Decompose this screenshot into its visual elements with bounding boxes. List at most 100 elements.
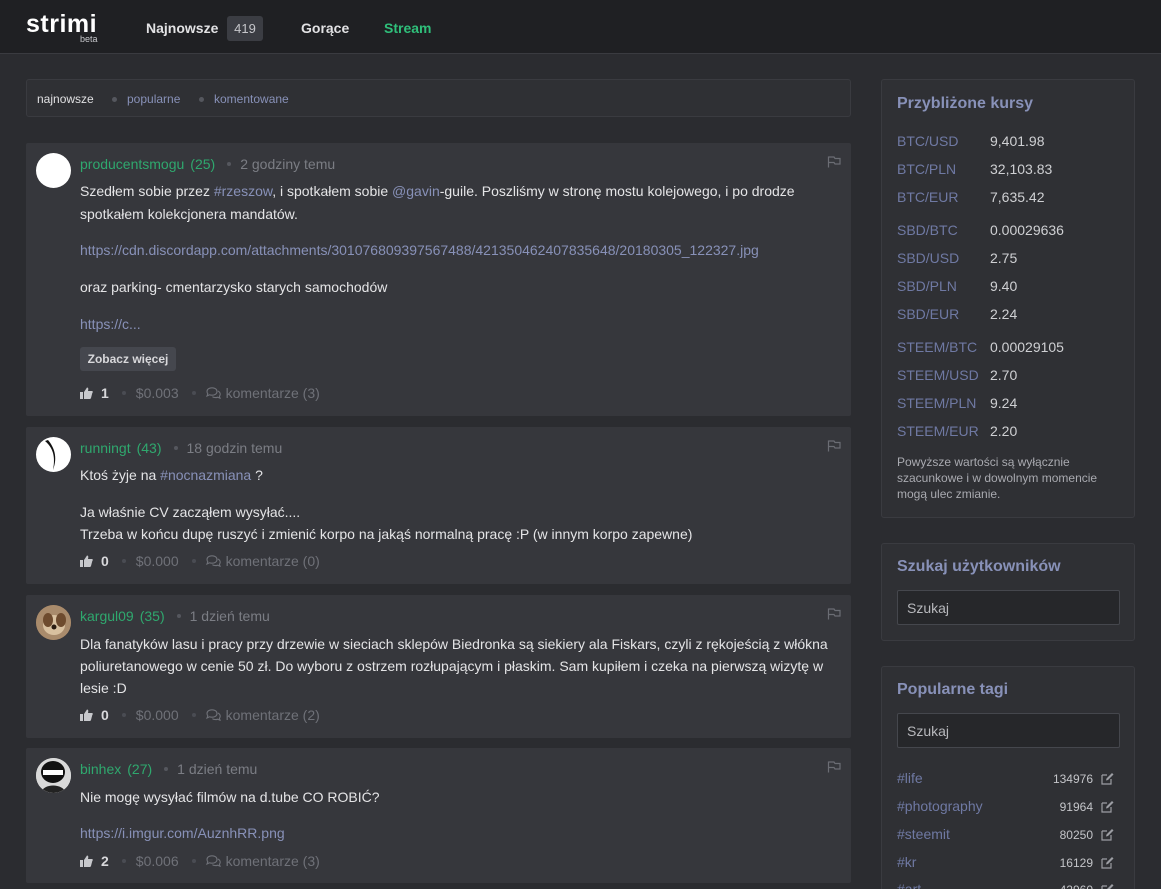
comments-icon[interactable] (205, 555, 221, 567)
edit-icon[interactable] (1101, 828, 1114, 841)
rate-pair: SBD/USD (897, 250, 960, 266)
rate-value: 0.00029636 (990, 222, 1064, 238)
user-search-panel: Szukaj użytkowników (881, 543, 1135, 641)
panel-title: Popularne tagi (897, 681, 1009, 698)
avatar[interactable] (36, 153, 71, 188)
payout-value: $0.003 (135, 385, 179, 401)
comments-link[interactable]: komentarze (0) (226, 553, 320, 569)
rate-value: 9,401.98 (990, 133, 1045, 149)
tag-link[interactable]: #steemit (897, 826, 950, 842)
post-link[interactable]: https://cdn.discordapp.com/attachments/3… (80, 239, 759, 261)
sort-popular[interactable]: popularne (127, 92, 180, 106)
post-link[interactable]: https://c... (80, 313, 141, 335)
hashtag-link[interactable]: #rzeszow (214, 183, 272, 199)
comments-icon[interactable] (205, 387, 221, 399)
tag-count: 134976 (1052, 772, 1093, 786)
rate-pair: STEEM/EUR (897, 423, 979, 439)
post-text-line: Szedłem sobie przez #rzeszow, i spotkałe… (80, 183, 795, 199)
tag-count: 80250 (1059, 828, 1093, 842)
rate-value: 9.24 (990, 395, 1018, 411)
edit-icon[interactable] (1101, 883, 1114, 889)
sort-newest[interactable]: najnowsze (37, 92, 94, 106)
avatar[interactable] (36, 605, 71, 640)
thumbs-up-icon[interactable] (80, 387, 93, 399)
rate-value: 2.24 (990, 306, 1018, 322)
thumbs-up-icon[interactable] (80, 555, 93, 567)
author-link[interactable]: kargul09 (80, 608, 134, 624)
post-link[interactable]: https://i.imgur.com/AuznhRR.png (80, 822, 285, 844)
user-search-input[interactable] (897, 590, 1120, 625)
vote-count: 0 (101, 707, 109, 723)
rate-pair: BTC/USD (897, 133, 959, 149)
post-text-line: spotkałem kolekcjonera mandatów. (80, 206, 298, 222)
post-card: runningt (43) 18 godzin temu Ktoś żyje na … (26, 427, 851, 584)
author-link[interactable]: producentsmogu (80, 156, 184, 172)
post-text-line: Dla fanatyków lasu i pracy przy drzewie … (80, 636, 828, 652)
tag-link[interactable]: #photography (897, 798, 983, 814)
flag-icon[interactable] (827, 761, 841, 773)
vote-count: 2 (101, 853, 109, 869)
post-header: producentsmogu (25) 2 godziny temu (80, 156, 335, 172)
tag-link[interactable]: #kr (897, 854, 916, 870)
top-navbar: strimi beta Najnowsze 419 Gorące Stream (0, 0, 1161, 54)
post-text-line: Nie mogę wysyłać filmów na d.tube CO ROB… (80, 789, 380, 805)
rates-disclaimer: Powyższe wartości są wyłącznie szacunkow… (897, 455, 1098, 501)
avatar[interactable] (36, 758, 71, 793)
comments-link[interactable]: komentarze (2) (226, 707, 320, 723)
sort-commented[interactable]: komentowane (214, 92, 289, 106)
show-more-button[interactable]: Zobacz więcej (80, 347, 176, 371)
tag-link[interactable]: #art (897, 881, 921, 889)
rate-value: 7,635.42 (990, 189, 1045, 205)
author-score: (27) (127, 761, 153, 777)
rate-pair: SBD/EUR (897, 306, 960, 322)
rate-pair: SBD/PLN (897, 278, 957, 294)
separator-dot (176, 614, 181, 618)
avatar[interactable] (36, 437, 71, 472)
comments-icon[interactable] (205, 855, 221, 867)
nav-hot[interactable]: Gorące (301, 20, 349, 36)
comments-icon[interactable] (205, 709, 221, 721)
edit-icon[interactable] (1101, 772, 1114, 785)
vote-count: 0 (101, 553, 109, 569)
tag-count: 16129 (1059, 856, 1093, 870)
comments-link[interactable]: komentarze (3) (226, 385, 320, 401)
author-score: (25) (190, 156, 216, 172)
post-card: kargul09 (35) 1 dzień temu Dla fanatyków l… (26, 595, 851, 738)
author-link[interactable]: binhex (80, 761, 121, 777)
comments-link[interactable]: komentarze (3) (226, 853, 320, 869)
rate-value: 9.40 (990, 278, 1018, 294)
post-footer: 0 $0.000 komentarze (2) (80, 707, 320, 723)
tag-count: 91964 (1059, 800, 1093, 814)
post-card: binhex (27) 1 dzień temu Nie mogę wysyłać … (26, 748, 851, 883)
sort-bar: najnowsze popularne komentowane (26, 79, 851, 117)
author-link[interactable]: runningt (80, 440, 131, 456)
nav-newest[interactable]: Najnowsze (146, 20, 218, 36)
tag-search-input[interactable] (897, 713, 1120, 748)
edit-icon[interactable] (1101, 856, 1114, 869)
flag-icon[interactable] (827, 156, 841, 168)
nav-stream[interactable]: Stream (384, 20, 431, 36)
post-time[interactable]: 18 godzin temu (187, 440, 283, 456)
post-time[interactable]: 1 dzień temu (177, 761, 257, 777)
thumbs-up-icon[interactable] (80, 709, 93, 721)
mention-link[interactable]: @gavin (392, 183, 440, 199)
payout-value: $0.000 (135, 707, 179, 723)
post-text-line: Trzeba w końcu dupę ruszyć i zmienić kor… (80, 526, 693, 542)
tag-link[interactable]: #life (897, 770, 923, 786)
separator-dot (164, 767, 169, 771)
thumbs-up-icon[interactable] (80, 855, 93, 867)
post-time[interactable]: 2 godziny temu (240, 156, 335, 172)
rate-pair: STEEM/USD (897, 367, 979, 383)
rate-value: 32,103.83 (990, 161, 1053, 177)
post-text-line: Ktoś żyje na #nocnazmiana ? (80, 467, 263, 483)
post-text-line: poliuretanowego w cenie 50 zł. Do wyboru… (80, 658, 824, 674)
flag-icon[interactable] (827, 608, 841, 620)
post-time[interactable]: 1 dzień temu (190, 608, 270, 624)
separator-dot (191, 713, 196, 717)
edit-icon[interactable] (1101, 800, 1114, 813)
flag-icon[interactable] (827, 440, 841, 452)
post-footer: 0 $0.000 komentarze (0) (80, 553, 320, 569)
nav-newest-count-badge[interactable]: 419 (227, 16, 263, 41)
separator-dot (199, 97, 204, 102)
hashtag-link[interactable]: #nocnazmiana (160, 467, 251, 483)
